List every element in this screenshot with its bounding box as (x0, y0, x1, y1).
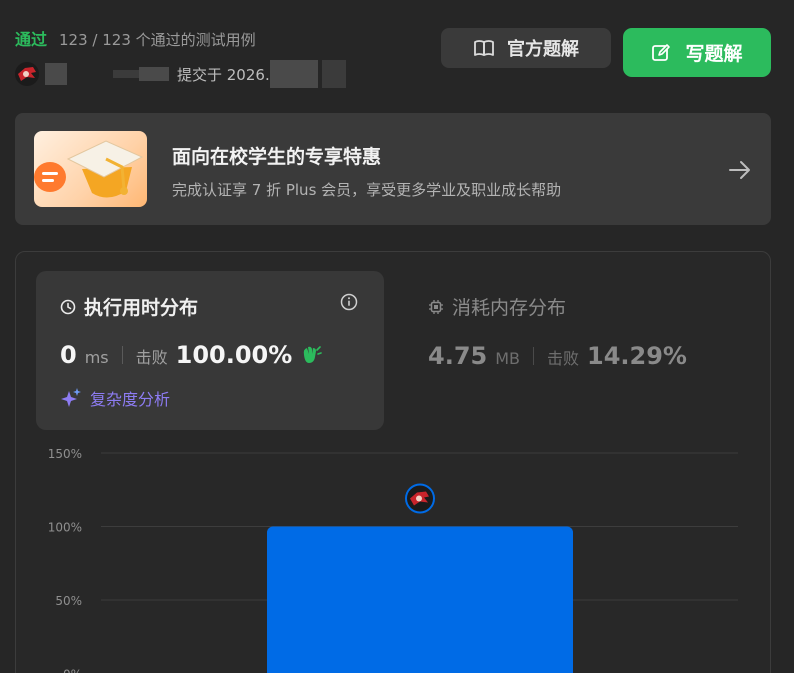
y-tick-label: 100% (48, 521, 82, 535)
user-avatar-marker (405, 483, 435, 514)
y-tick-label: 0% (63, 668, 82, 673)
y-tick-label: 50% (55, 594, 82, 608)
y-tick-label: 150% (48, 447, 82, 461)
runtime-distribution-chart: 150% 100% 50% 0% (48, 447, 738, 673)
bar[interactable] (267, 526, 573, 673)
